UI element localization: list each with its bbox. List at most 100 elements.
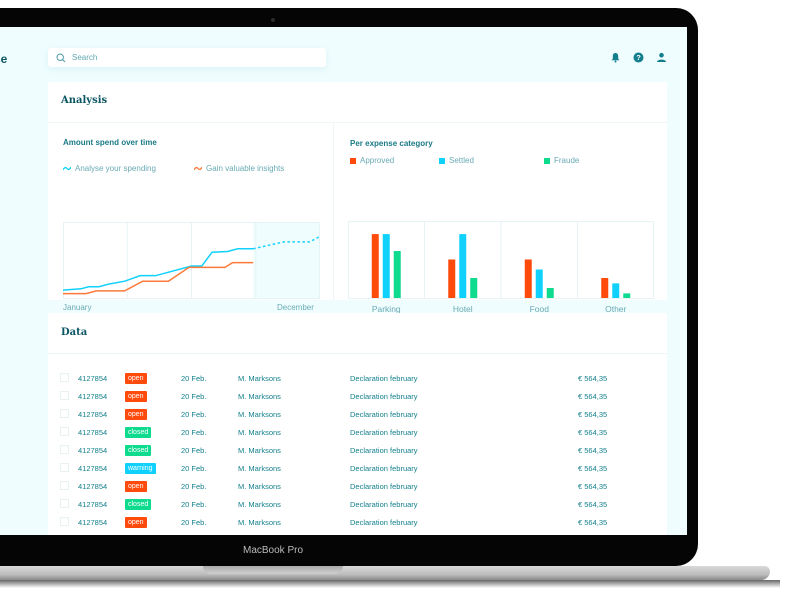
bell-icon[interactable] <box>610 50 621 63</box>
row-date-cell: 20 Feb. <box>181 459 238 477</box>
row-checkbox[interactable] <box>60 390 69 400</box>
camera <box>271 18 275 22</box>
bar-other-approved <box>601 277 609 298</box>
row-name-cell <box>238 531 350 535</box>
table-row[interactable]: open <box>60 531 607 535</box>
row-checkbox[interactable] <box>60 426 69 436</box>
search-bar[interactable] <box>48 48 326 67</box>
row-description-cell: Declaration february <box>350 369 578 387</box>
row-amount: € 564,35 <box>578 427 608 437</box>
row-amount: € 564,35 <box>578 463 608 473</box>
row-name-cell: M. Marksons <box>238 387 350 405</box>
legend-item-insights: Gain valuable insights <box>194 164 284 173</box>
row-description-cell: Declaration february <box>350 423 578 441</box>
row-name: M. Marksons <box>238 517 281 527</box>
row-amount-cell: € 564,35 <box>578 369 607 387</box>
checkbox-cell <box>60 405 78 423</box>
status-cell: open <box>125 387 181 405</box>
row-checkbox[interactable] <box>60 534 69 535</box>
status-badge: open <box>125 480 147 492</box>
line-chart-title: Amount spend over time <box>63 138 157 147</box>
table-row[interactable]: 4127854 open 20 Feb. M. Marksons Declaration… <box>60 369 607 387</box>
row-id-cell: 4127854 <box>78 387 125 405</box>
row-name-cell: M. Marksons <box>238 369 350 387</box>
status-cell: closed <box>125 495 181 513</box>
row-id-cell: 4127854 <box>78 513 125 531</box>
status-badge: open <box>125 534 147 535</box>
table-row[interactable]: 4127854 open 20 Feb. M. Marksons Declaration… <box>60 387 607 405</box>
row-date: 20 Feb. <box>181 409 207 419</box>
checkbox-cell <box>60 441 78 459</box>
row-date: 20 Feb. <box>181 499 207 509</box>
row-description: Declaration february <box>350 463 418 473</box>
row-description: Declaration february <box>350 517 418 527</box>
checkbox-cell <box>60 459 78 477</box>
row-amount-cell: € 564,35 <box>578 405 607 423</box>
table-row[interactable]: 4127854 warning 20 Feb. M. Marksons Declarat… <box>60 459 607 477</box>
row-checkbox[interactable] <box>60 444 69 454</box>
row-checkbox[interactable] <box>60 480 69 490</box>
row-description-cell: Declaration february <box>350 441 578 459</box>
row-name: M. Marksons <box>238 391 281 401</box>
row-checkbox[interactable] <box>60 516 69 526</box>
status-badge: closed <box>125 444 152 456</box>
row-date-cell: 20 Feb. <box>181 387 238 405</box>
search-input[interactable] <box>72 53 312 62</box>
status-cell: open <box>125 513 181 531</box>
status-cell: closed <box>125 441 181 459</box>
row-checkbox[interactable] <box>60 372 69 382</box>
analysis-card: Analysis Amount spend over time Analyse … <box>48 82 667 314</box>
row-name: M. Marksons <box>238 409 281 419</box>
legend-approved: Approved <box>350 156 394 165</box>
x-label-end: December <box>277 303 314 312</box>
row-amount: € 564,35 <box>578 481 608 491</box>
row-date: 20 Feb. <box>181 391 207 401</box>
divider <box>333 122 334 300</box>
row-checkbox[interactable] <box>60 408 69 418</box>
row-description: Declaration february <box>350 427 418 437</box>
row-id: 4127854 <box>78 409 108 419</box>
row-description: Declaration february <box>350 409 418 419</box>
wave-icon <box>63 166 71 171</box>
legend-settled: Settled <box>439 156 474 165</box>
row-name-cell: M. Marksons <box>238 423 350 441</box>
row-checkbox[interactable] <box>60 498 69 508</box>
row-id-cell: 4127854 <box>78 405 125 423</box>
row-description: Declaration february <box>350 373 418 383</box>
row-date-cell: 20 Feb. <box>181 495 238 513</box>
bar-chart-title: Per expense category <box>350 139 433 148</box>
row-date-cell: 20 Feb. <box>181 441 238 459</box>
forecast-region <box>253 222 320 299</box>
table-row[interactable]: 4127854 closed 20 Feb. M. Marksons Declarati… <box>60 441 607 459</box>
table-row[interactable]: 4127854 open 20 Feb. M. Marksons Declaration… <box>60 405 607 423</box>
data-card: Data 4127854 open 20 Feb. M. Marksons Declar… <box>48 313 667 535</box>
table-row[interactable]: 4127854 closed 20 Feb. M. Marksons Declarati… <box>60 423 607 441</box>
row-amount-cell: € 564,35 <box>578 477 607 495</box>
search-icon <box>56 52 66 62</box>
bar-food-approved <box>524 259 532 298</box>
row-amount-cell <box>578 531 607 535</box>
wave-icon <box>194 166 202 171</box>
row-name: M. Marksons <box>238 373 281 383</box>
row-id: 4127854 <box>78 499 108 509</box>
status-cell: open <box>125 531 181 535</box>
help-icon[interactable]: ? <box>633 50 644 63</box>
table-row[interactable]: 4127854 closed 20 Feb. M. Marksons Declarati… <box>60 495 607 513</box>
row-id: 4127854 <box>78 481 108 491</box>
row-name-cell: M. Marksons <box>238 459 350 477</box>
user-icon[interactable] <box>656 50 667 62</box>
laptop-base <box>0 566 770 580</box>
row-checkbox[interactable] <box>60 462 69 472</box>
row-id: 4127854 <box>78 463 108 473</box>
row-amount-cell: € 564,35 <box>578 387 607 405</box>
row-id: 4127854 <box>78 445 108 455</box>
row-amount: € 564,35 <box>578 409 608 419</box>
table-row[interactable]: 4127854 open 20 Feb. M. Marksons Declaration… <box>60 477 607 495</box>
row-amount: € 564,35 <box>578 517 608 527</box>
row-description: Declaration february <box>350 499 418 509</box>
table-row[interactable]: 4127854 open 20 Feb. M. Marksons Declaration… <box>60 513 607 531</box>
row-date: 20 Feb. <box>181 445 207 455</box>
row-date-cell: 20 Feb. <box>181 369 238 387</box>
row-description-cell: Declaration february <box>350 513 578 531</box>
bar-hotel-approved <box>448 259 456 298</box>
